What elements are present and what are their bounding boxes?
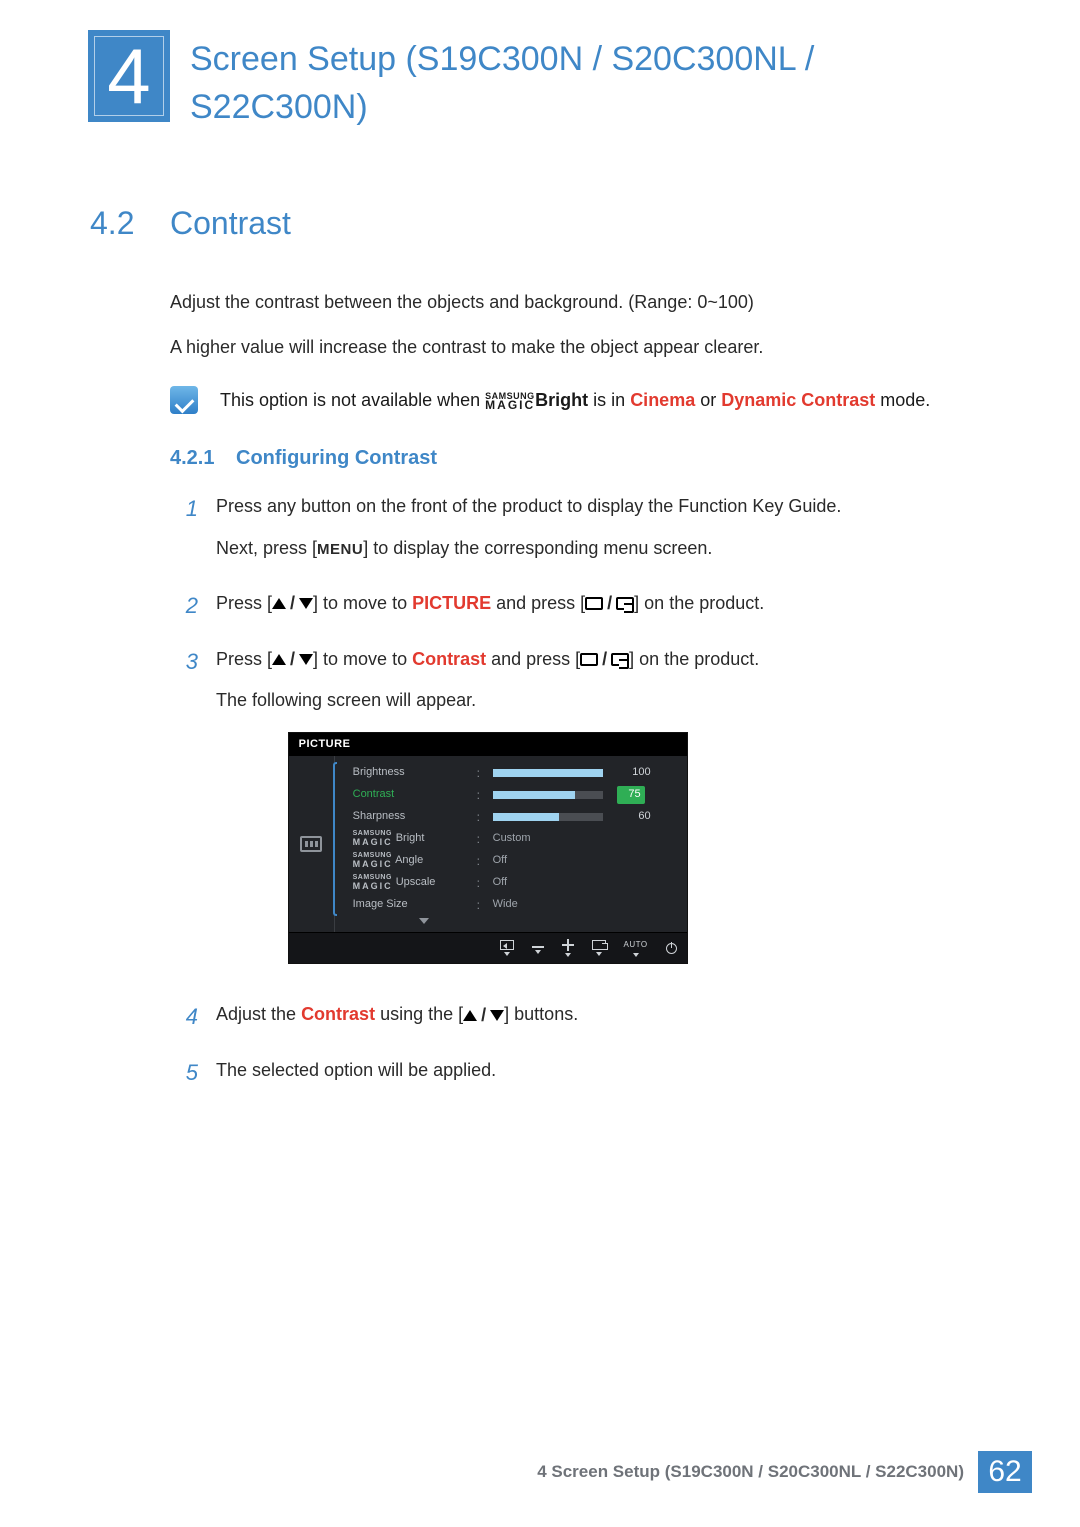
step-4: 4 Adjust the Contrast using the [/] butt… (170, 1002, 960, 1044)
picture-category-icon (300, 836, 322, 852)
menu-key-label: MENU (317, 541, 363, 558)
step-2-text: Press [/] to move to PICTURE and press [… (216, 591, 764, 617)
note-check-icon (170, 386, 198, 414)
section-number: 4.2 (90, 201, 170, 246)
step-1b: Next, press [MENU] to display the corres… (216, 536, 841, 561)
osd-row-contrast: Contrast: 75 (343, 784, 677, 806)
step-1a: Press any button on the front of the pro… (216, 494, 841, 519)
note-text: This option is not available when SAMSUN… (220, 388, 930, 413)
up-down-arrows-icon: / (272, 647, 313, 672)
step-number: 3 (170, 647, 198, 988)
osd-auto-icon: AUTO (624, 939, 648, 956)
osd-back-icon (500, 940, 514, 956)
osd-row-magic-upscale: SAMSUNGMAGIC Upscale: Off (343, 872, 677, 894)
step-number: 2 (170, 591, 198, 633)
note: This option is not available when SAMSUN… (170, 386, 960, 414)
step-1: 1 Press any button on the front of the p… (170, 494, 960, 576)
step-3: 3 Press [/] to move to Contrast and pres… (170, 647, 960, 988)
osd-row-magic-angle: SAMSUNGMAGIC Angle: Off (343, 850, 677, 872)
osd-category-icon-column (289, 756, 335, 932)
osd-minus-icon (532, 942, 544, 954)
step-5: 5 The selected option will be applied. (170, 1058, 960, 1099)
osd-header: PICTURE (289, 733, 687, 756)
chapter-title: Screen Setup (S19C300N / S20C300NL / S22… (190, 36, 990, 131)
section-title: Contrast (170, 201, 291, 246)
osd-footer: AUTO (289, 932, 687, 963)
osd-row-brightness: Brightness: 100 (343, 762, 677, 784)
subsection-title: Configuring Contrast (236, 444, 437, 472)
footer-page-number: 62 (978, 1451, 1032, 1493)
step-number: 5 (170, 1058, 198, 1099)
step-4-text: Adjust the Contrast using the [/] button… (216, 1002, 578, 1028)
footer-chapter-text: 4 Screen Setup (S19C300N / S20C300NL / S… (537, 1460, 978, 1484)
up-down-arrows-icon: / (463, 1003, 504, 1028)
step-3-tail: The following screen will appear. (216, 688, 759, 713)
intro-paragraph-1: Adjust the contrast between the objects … (170, 290, 960, 315)
osd-row-image-size: Image Size: Wide (343, 894, 677, 916)
intro-paragraph-2: A higher value will increase the contras… (170, 335, 960, 360)
step-3-text: Press [/] to move to Contrast and press … (216, 647, 759, 673)
section-heading: 4.2 Contrast (90, 201, 960, 246)
step-number: 4 (170, 1002, 198, 1044)
subsection-heading: 4.2.1 Configuring Contrast (170, 444, 960, 472)
step-number: 1 (170, 494, 198, 576)
chapter-header: 4 Screen Setup (S19C300N / S20C300NL / S… (0, 0, 1080, 131)
chapter-badge: 4 (88, 30, 170, 122)
osd-scroll-down-icon (419, 918, 429, 924)
step-5-text: The selected option will be applied. (216, 1058, 496, 1083)
up-down-arrows-icon: / (272, 591, 313, 616)
osd-plus-icon (562, 939, 574, 957)
samsung-magic-word: SAMSUNGMAGIC (485, 392, 535, 411)
chapter-number: 4 (107, 37, 150, 115)
osd-power-icon (666, 943, 677, 954)
step-2: 2 Press [/] to move to PICTURE and press… (170, 591, 960, 633)
osd-enter-icon (592, 940, 606, 956)
source-enter-icon: / (580, 647, 629, 672)
osd-row-magic-bright: SAMSUNGMAGIC Bright: Custom (343, 828, 677, 850)
subsection-number: 4.2.1 (170, 444, 236, 472)
osd-screenshot: PICTURE Brightness: 100 (288, 732, 688, 964)
source-enter-icon: / (585, 591, 634, 616)
osd-row-sharpness: Sharpness: 60 (343, 806, 677, 828)
osd-rows: Brightness: 100 Contrast: 75 (335, 756, 687, 932)
page-footer: 4 Screen Setup (S19C300N / S20C300NL / S… (537, 1451, 1032, 1493)
